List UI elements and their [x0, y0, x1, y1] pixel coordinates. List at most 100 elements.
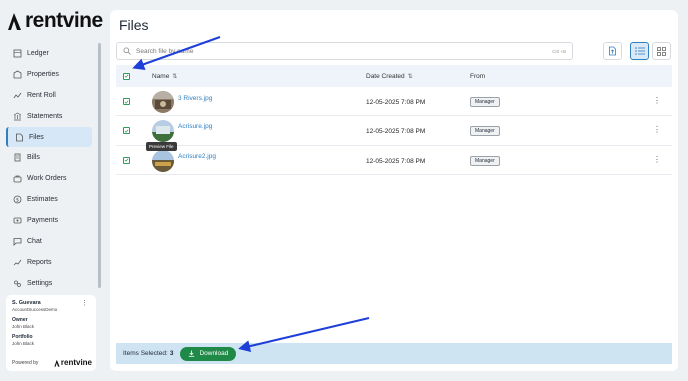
upload-file-button[interactable] — [603, 42, 622, 60]
list-view-icon — [634, 47, 645, 55]
row-actions-icon[interactable]: ⋮ — [653, 96, 661, 105]
from-badge: Manager — [470, 97, 500, 107]
row-checkbox[interactable] — [123, 127, 130, 135]
sidebar-scrollbar[interactable] — [98, 43, 101, 288]
row-checkbox[interactable] — [123, 98, 130, 105]
statements-icon — [13, 112, 22, 121]
column-header-name-label: Name — [152, 72, 170, 80]
check-icon — [124, 129, 129, 133]
sidebar-item-estimates[interactable]: $ Estimates — [6, 189, 92, 210]
from-badge: Manager — [470, 155, 500, 166]
owner-value: John Black — [12, 324, 35, 329]
column-header-from: From — [470, 73, 485, 80]
powered-by-brand: rentvine — [60, 358, 92, 367]
sidebar-item-rent-roll[interactable]: Rent Roll — [6, 85, 92, 106]
sidebar-item-settings[interactable]: Settings — [6, 273, 92, 294]
files-icon — [15, 133, 24, 142]
upload-file-icon — [609, 46, 616, 56]
date-created: 12-05-2025 7:08 PM — [366, 157, 426, 165]
reports-icon — [13, 258, 22, 267]
sidebar-item-files[interactable]: Files — [6, 126, 92, 148]
row-actions-icon[interactable]: ⋮ — [653, 125, 661, 134]
column-header-date[interactable]: Date Created ⇅ — [366, 73, 413, 80]
profile-card[interactable]: S. Guevara AccountSuccessDemo ⋮ Owner Jo… — [6, 295, 96, 371]
profile-account: AccountSuccessDemo — [12, 307, 58, 312]
sidebar-item-label: Estimates — [27, 196, 58, 204]
file-name-link[interactable]: 3 Rivers.jpg — [178, 95, 212, 102]
owner-label: Owner — [12, 317, 28, 323]
page-title: Files — [119, 17, 149, 33]
sidebar-item-label: Statements — [27, 112, 63, 120]
date-created: 12-05-2025 7:08 PM — [366, 128, 426, 136]
check-icon — [124, 158, 129, 162]
items-selected-count: 3 — [169, 350, 174, 357]
chat-icon — [13, 237, 22, 246]
file-thumbnail[interactable] — [152, 149, 174, 172]
sidebar-item-payments[interactable]: Payments — [6, 210, 92, 231]
powered-by: Powered by rentvine — [12, 358, 92, 367]
date-created: 12-05-2025 7:08 PM — [366, 99, 426, 106]
portfolio-value: John Black — [12, 341, 35, 346]
sidebar-item-label: Chat — [27, 237, 42, 245]
sidebar-item-label: Reports — [27, 258, 52, 266]
sidebar-item-reports[interactable]: Reports — [6, 252, 92, 273]
work-orders-icon — [13, 174, 22, 183]
profile-name: S. Guevara — [12, 300, 41, 306]
table-row[interactable]: Acrisure2.jpg 12-05-2025 7:08 PM Manager… — [116, 146, 672, 175]
download-icon — [189, 350, 195, 357]
settings-icon — [13, 279, 22, 288]
image-thumbnail-icon — [152, 120, 174, 143]
file-name-link[interactable]: Acrisure2.jpg — [178, 153, 216, 160]
image-thumbnail-icon — [152, 91, 174, 113]
row-actions-icon[interactable]: ⋮ — [653, 155, 661, 164]
payments-icon — [13, 216, 22, 225]
column-header-from-label: From — [470, 72, 486, 80]
sort-icon[interactable]: ⇅ — [408, 73, 413, 80]
select-all-checkbox[interactable] — [123, 72, 130, 80]
rentvine-small-logo-icon — [54, 359, 60, 367]
from-badge: Manager — [470, 126, 500, 137]
sidebar-item-ledger[interactable]: Ledger — [6, 43, 92, 64]
bills-icon — [13, 153, 22, 162]
sidebar-item-label: Bills — [27, 154, 40, 162]
sidebar-item-chat[interactable]: Chat — [6, 231, 92, 252]
table-row[interactable]: 3 Rivers.jpg 12-05-2025 7:08 PM Manager … — [116, 87, 672, 117]
ledger-icon — [13, 49, 22, 58]
preview-file-tooltip: Preview File — [146, 142, 177, 151]
sidebar-item-bills[interactable]: Bills — [6, 147, 92, 168]
properties-icon — [13, 70, 22, 79]
file-thumbnail[interactable] — [152, 91, 174, 113]
sidebar-item-properties[interactable]: Properties — [6, 64, 92, 85]
table-header: Name ⇅ Date Created ⇅ From — [116, 65, 672, 87]
image-thumbnail-icon — [152, 149, 174, 172]
rentvine-logo-mark-icon — [8, 13, 21, 30]
search-input[interactable] — [136, 47, 516, 55]
more-options-icon[interactable]: ⋮ — [81, 299, 88, 307]
sidebar-item-label: Settings — [27, 279, 53, 287]
powered-by-logo: rentvine — [54, 358, 92, 367]
check-icon — [124, 74, 129, 78]
sidebar-item-statements[interactable]: Statements — [6, 106, 92, 127]
sidebar: rentvine Ledger Properties Rent Roll Sta… — [0, 0, 104, 381]
grid-view-button[interactable] — [652, 42, 671, 60]
table-row[interactable]: Acrisure.jpg 12-05-2025 7:08 PM Manager … — [116, 116, 672, 146]
file-thumbnail[interactable] — [152, 120, 174, 143]
search-field[interactable]: Ctrl +B — [116, 42, 573, 60]
portfolio-label: Portfolio — [12, 334, 33, 340]
list-view-button[interactable] — [630, 42, 649, 60]
svg-text:$: $ — [16, 197, 19, 203]
row-checkbox[interactable] — [123, 156, 130, 164]
search-icon — [123, 47, 131, 55]
sidebar-item-label: Payments — [27, 217, 59, 225]
download-button[interactable]: Download — [180, 346, 237, 361]
files-panel: Files Ctrl +B Name ⇅ Date Created ⇅ Fr — [110, 10, 678, 371]
sidebar-item-work-orders[interactable]: Work Orders — [6, 168, 92, 189]
sidebar-item-label: Work Orders — [27, 175, 67, 183]
sidebar-item-label: Ledger — [27, 49, 49, 57]
column-header-date-label: Date Created — [366, 72, 405, 80]
sort-icon[interactable]: ⇅ — [172, 73, 177, 80]
rentvine-logo[interactable]: rentvine — [7, 9, 103, 33]
powered-by-label: Powered by — [12, 359, 39, 366]
column-header-name[interactable]: Name ⇅ — [152, 73, 177, 80]
file-name-link[interactable]: Acrisure.jpg — [178, 123, 212, 130]
